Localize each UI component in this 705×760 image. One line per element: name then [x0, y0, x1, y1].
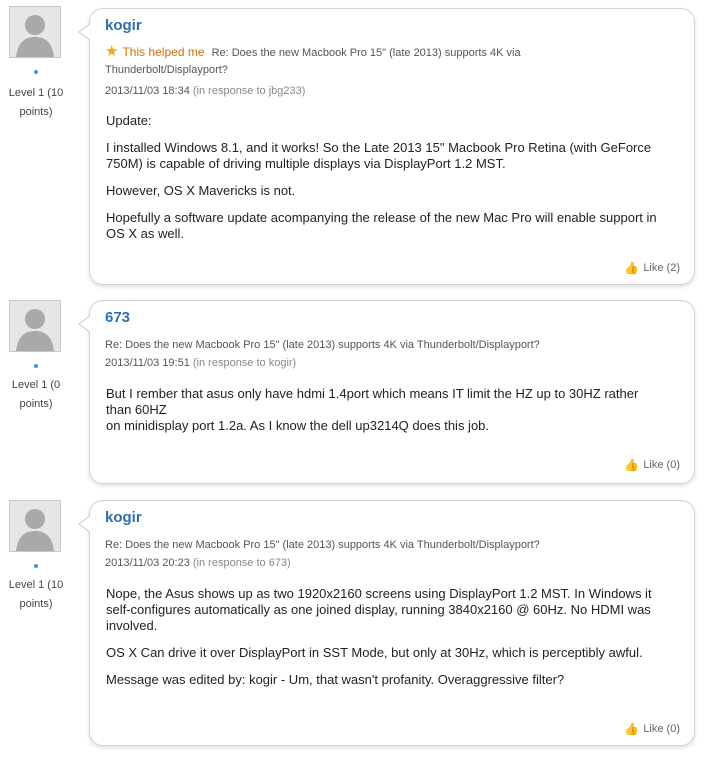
post-body: But I rember that asus only have hdmi 1.…: [106, 386, 666, 445]
post-paragraph: Hopefully a software update acompanying …: [106, 210, 657, 241]
default-avatar-icon: [10, 7, 60, 57]
post-paragraph: Update:: [106, 113, 152, 128]
thumbs-up-icon: 👍: [624, 458, 640, 472]
in-response-link[interactable]: (in response to 673): [193, 557, 291, 569]
post-bubble: 673 Re: Does the new Macbook Pro 15" (la…: [78, 300, 695, 484]
level-line-2: points): [19, 106, 53, 118]
status-dot: [34, 564, 38, 568]
status-dot: [34, 364, 38, 368]
post-paragraph: on minidisplay port 1.2a. As I know the …: [106, 418, 490, 433]
post-paragraph: OS X Can drive it over DisplayPort in SS…: [106, 645, 643, 660]
post-paragraph: Nope, the Asus shows up as two 1920x2160…: [106, 586, 652, 633]
user-level: Level 1 (0 points): [0, 376, 72, 414]
user-level: Level 1 (10 points): [0, 576, 72, 614]
post-body: Nope, the Asus shows up as two 1920x2160…: [106, 586, 666, 699]
post-paragraph: Message was edited by: kogir - Um, that …: [106, 672, 565, 687]
like-button[interactable]: 👍 Like (0): [624, 458, 680, 472]
author-link[interactable]: kogir: [105, 509, 142, 526]
subject-link[interactable]: Re: Does the new Macbook Pro 15" (late 2…: [105, 339, 540, 351]
post-paragraph: But I rember that asus only have hdmi 1.…: [106, 386, 639, 417]
post-meta: 2013/11/03 18:34 (in response to jbg233): [105, 85, 305, 97]
star-icon: ★: [105, 43, 119, 60]
like-button[interactable]: 👍 Like (0): [624, 722, 680, 736]
thumbs-up-icon: 👍: [624, 722, 640, 736]
thumbs-up-icon: 👍: [624, 261, 640, 275]
post-timestamp: 2013/11/03 20:23: [105, 557, 190, 569]
like-label: Like (2): [643, 262, 680, 274]
post-bubble: kogir ★ This helped me Re: Does the new M…: [78, 8, 695, 285]
avatar[interactable]: [9, 6, 61, 58]
subject-link[interactable]: Re: Does the new Macbook Pro 15" (late 2…: [105, 539, 540, 551]
post-meta: 2013/11/03 20:23 (in response to 673): [105, 557, 291, 569]
post-paragraph: However, OS X Mavericks is not.: [106, 183, 296, 198]
post-paragraph: I installed Windows 8.1, and it works! S…: [106, 140, 652, 171]
subject-link-line-1[interactable]: Re: Does the new Macbook Pro 15" (late 2…: [212, 47, 521, 59]
level-line-2: points): [19, 598, 53, 610]
status-dot: [34, 70, 38, 74]
user-level: Level 1 (10 points): [0, 84, 72, 122]
post-timestamp: 2013/11/03 19:51: [105, 357, 190, 369]
level-line-1: Level 1 (0: [11, 379, 61, 391]
default-avatar-icon: [10, 301, 60, 351]
author-link[interactable]: 673: [105, 309, 130, 326]
author-link[interactable]: kogir: [105, 17, 142, 34]
avatar[interactable]: [9, 500, 61, 552]
post-subject: Re: Does the new Macbook Pro 15" (late 2…: [105, 337, 540, 354]
level-line-2: points): [19, 398, 53, 410]
avatar[interactable]: [9, 300, 61, 352]
bubble-tail: [78, 315, 91, 333]
post-subject: Re: Does the new Macbook Pro 15" (late 2…: [105, 537, 540, 554]
bubble-tail: [78, 23, 91, 41]
bubble-tail: [78, 515, 91, 533]
subject-link-line-2[interactable]: Thunderbolt/Displayport?: [105, 64, 228, 76]
post-timestamp: 2013/11/03 18:34: [105, 85, 190, 97]
post-meta: 2013/11/03 19:51 (in response to kogir): [105, 357, 296, 369]
like-label: Like (0): [643, 723, 680, 735]
helped-badge: This helped me: [122, 45, 205, 59]
like-button[interactable]: 👍 Like (2): [624, 261, 680, 275]
in-response-link[interactable]: (in response to kogir): [193, 357, 296, 369]
post-bubble: kogir Re: Does the new Macbook Pro 15" (…: [78, 500, 695, 746]
default-avatar-icon: [10, 501, 60, 551]
like-label: Like (0): [643, 459, 680, 471]
level-line-1: Level 1 (10: [8, 579, 64, 591]
level-line-1: Level 1 (10: [8, 87, 64, 99]
in-response-link[interactable]: (in response to jbg233): [193, 85, 306, 97]
post-subject: ★ This helped me Re: Does the new Macbook…: [105, 43, 521, 79]
post-body: Update: I installed Windows 8.1, and it …: [106, 113, 666, 253]
